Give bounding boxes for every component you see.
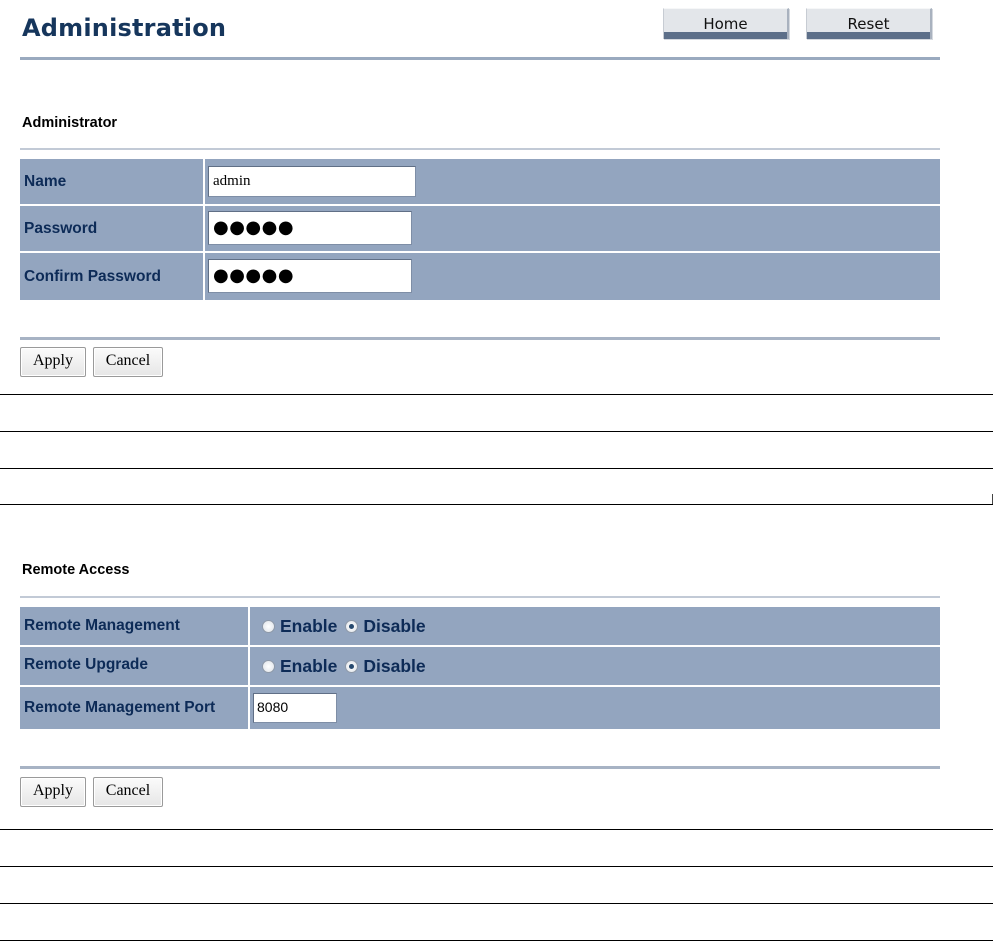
name-value-cell: admin <box>205 159 940 204</box>
remote-upgrade-label: Remote Upgrade <box>20 647 248 685</box>
password-label: Password <box>20 206 203 251</box>
remote-management-disable-radio[interactable] <box>345 619 359 633</box>
password-input[interactable]: ●●●●● <box>208 211 412 245</box>
remote-management-value-cell: Enable Disable <box>250 607 940 645</box>
administrator-section-title: Administrator <box>22 115 118 131</box>
separator-line <box>0 504 993 505</box>
remote-management-label: Remote Management <box>20 607 248 645</box>
remote-access-actions-divider <box>20 766 940 769</box>
separator-line <box>0 866 993 867</box>
confirm-password-row: Confirm Password ●●●●● <box>20 253 940 300</box>
remote-access-divider <box>20 596 940 598</box>
title-divider <box>20 57 940 60</box>
remote-upgrade-radio-group: Enable Disable <box>262 647 434 685</box>
remote-upgrade-enable-label[interactable]: Enable <box>280 656 337 677</box>
remote-management-disable-label[interactable]: Disable <box>363 616 425 637</box>
name-input[interactable]: admin <box>208 166 416 197</box>
reset-button[interactable]: Reset <box>806 8 932 39</box>
remote-management-port-label: Remote Management Port <box>20 687 248 729</box>
administrator-cancel-button[interactable]: Cancel <box>93 347 163 377</box>
name-row: Name admin <box>20 159 940 204</box>
remote-management-enable-label[interactable]: Enable <box>280 616 337 637</box>
confirm-password-input[interactable]: ●●●●● <box>208 259 412 293</box>
separator-line <box>0 394 993 395</box>
name-label: Name <box>20 159 203 204</box>
remote-upgrade-disable-label[interactable]: Disable <box>363 656 425 677</box>
remote-management-port-value-cell: 8080 <box>250 687 940 729</box>
remote-upgrade-disable-radio[interactable] <box>345 659 359 673</box>
separator-line <box>0 829 993 830</box>
remote-management-port-input[interactable]: 8080 <box>253 693 337 723</box>
remote-upgrade-row: Remote Upgrade Enable Disable <box>20 647 940 685</box>
remote-management-enable-radio[interactable] <box>262 619 275 633</box>
remote-upgrade-enable-radio[interactable] <box>262 659 275 673</box>
separator-line <box>0 903 993 904</box>
remote-access-table: Remote Management Enable Disable Remote … <box>20 607 940 729</box>
remote-upgrade-value-cell: Enable Disable <box>250 647 940 685</box>
administrator-actions-divider <box>20 337 940 340</box>
home-button[interactable]: Home <box>663 8 789 39</box>
administrator-apply-button[interactable]: Apply <box>20 347 86 377</box>
remote-access-cancel-button[interactable]: Cancel <box>93 777 163 807</box>
confirm-password-value-cell: ●●●●● <box>205 253 940 300</box>
password-row: Password ●●●●● <box>20 206 940 251</box>
remote-management-radio-group: Enable Disable <box>262 607 434 645</box>
confirm-password-label: Confirm Password <box>20 253 203 300</box>
remote-access-section-title: Remote Access <box>22 562 130 578</box>
remote-access-apply-button[interactable]: Apply <box>20 777 86 807</box>
password-value-cell: ●●●●● <box>205 206 940 251</box>
separator-line <box>0 431 993 432</box>
page-title: Administration <box>22 14 227 42</box>
remote-management-port-row: Remote Management Port 8080 <box>20 687 940 729</box>
administrator-table: Name admin Password ●●●●● Confirm Passwo… <box>20 159 940 301</box>
separator-line <box>0 468 993 469</box>
remote-management-row: Remote Management Enable Disable <box>20 607 940 645</box>
administrator-divider <box>20 148 940 150</box>
